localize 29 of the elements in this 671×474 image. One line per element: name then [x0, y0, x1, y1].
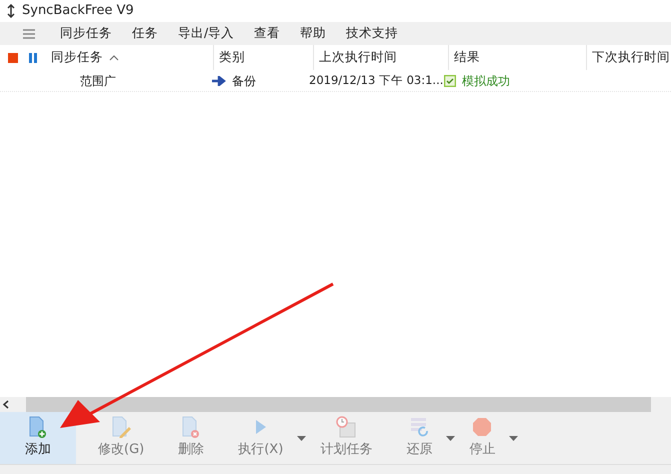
menu-icon — [22, 28, 36, 40]
list-refresh-icon — [408, 416, 430, 438]
table-cell-text: 范围广 — [80, 72, 116, 90]
menu-item[interactable]: 查看 — [244, 24, 290, 43]
table-cell-text: 备份 — [232, 72, 256, 90]
app-logo-icon — [6, 4, 16, 18]
table-cell-text: 2019/12/13 下午 03:1... — [309, 72, 444, 89]
horizontal-scrollbar[interactable] — [26, 397, 651, 412]
column-header[interactable]: 上次执行时间 — [314, 45, 449, 70]
stop-square-icon — [8, 52, 18, 62]
window-title: SyncBackFree V9 — [22, 2, 134, 20]
menu-item[interactable]: 帮助 — [290, 24, 336, 43]
menu-item[interactable]: 同步任务 — [50, 24, 122, 43]
menu-item[interactable]: 任务 — [122, 24, 168, 43]
table-cell-text: 模拟成功 — [462, 72, 510, 90]
right-arrow-icon — [212, 76, 226, 86]
column-header[interactable]: 类别 — [214, 45, 314, 70]
column-header[interactable]: 同步任务 — [46, 45, 214, 70]
pause-icon — [28, 52, 38, 62]
stop-sign-icon — [471, 416, 494, 438]
clock-calendar-icon — [335, 416, 358, 438]
column-header[interactable]: 下次执行时间 — [587, 45, 667, 70]
table-row[interactable]: 范围广 备份 2019/12/13 下午 03:1... 模拟成功 — [0, 70, 671, 92]
add-file-icon — [27, 416, 49, 438]
menu-item[interactable]: 导出/导入 — [168, 24, 244, 43]
file-pencil-icon — [110, 416, 132, 438]
menu-item[interactable]: 技术支持 — [336, 24, 408, 43]
toolbar-button[interactable]: 添加 — [0, 412, 76, 464]
column-header[interactable]: 结果 — [449, 45, 587, 70]
